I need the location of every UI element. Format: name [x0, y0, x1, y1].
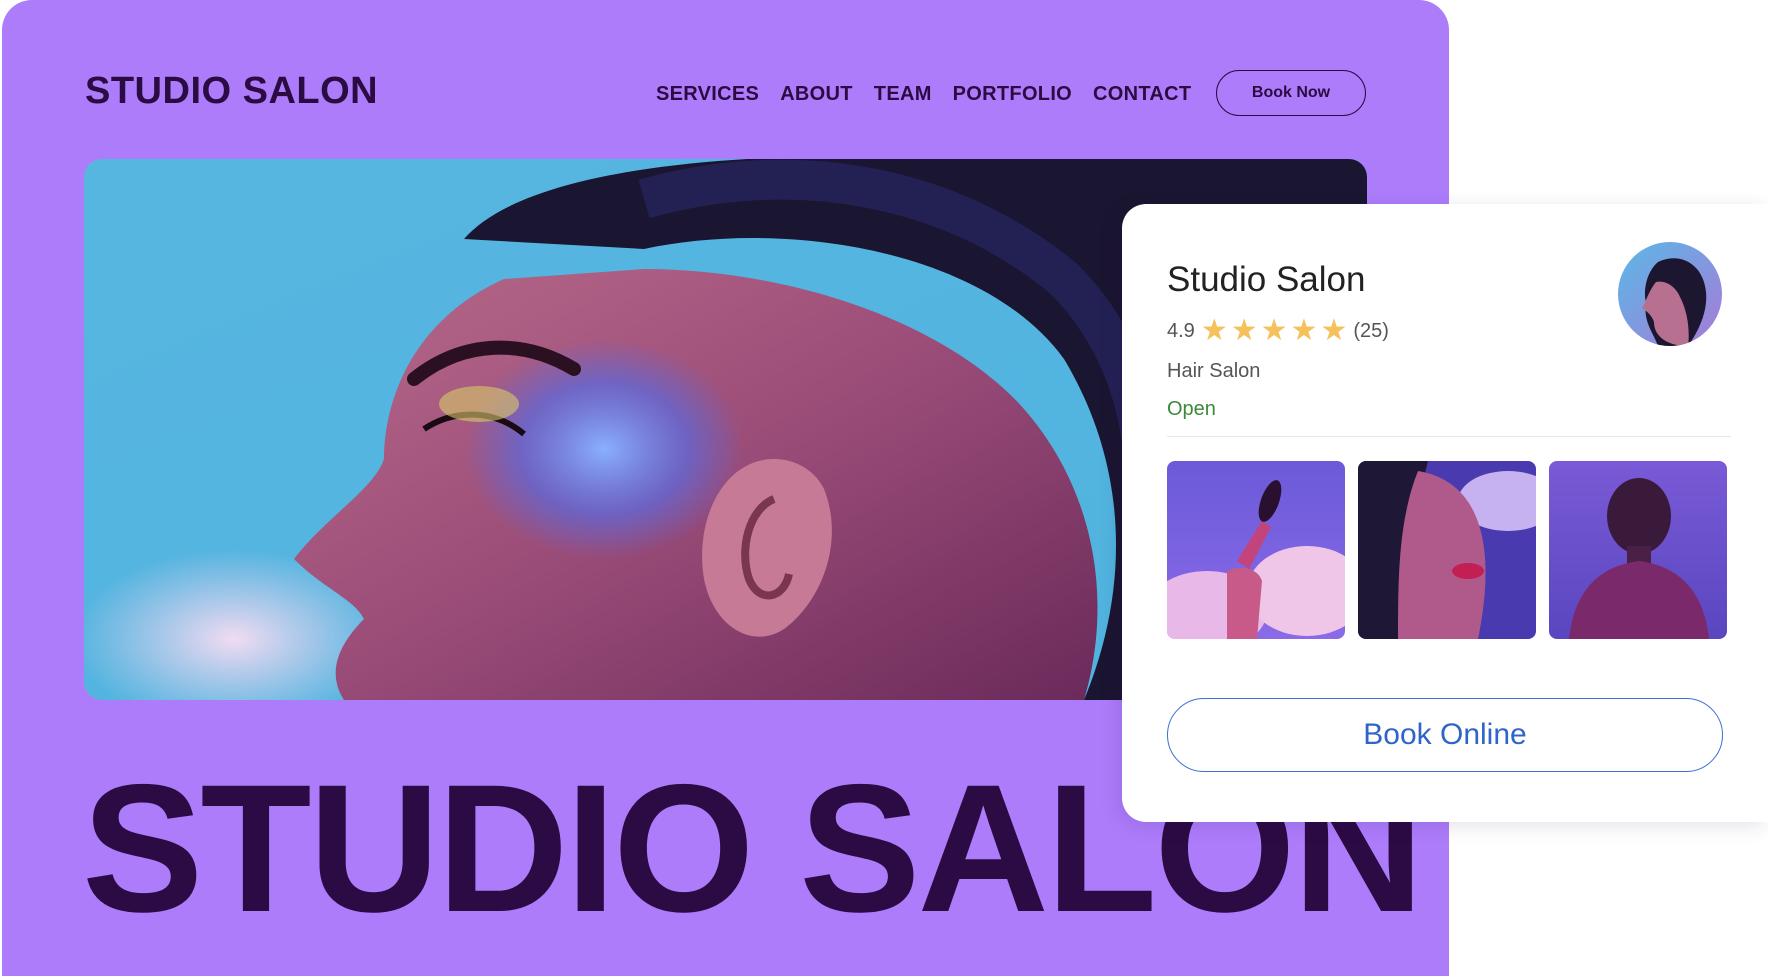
- open-status: Open: [1167, 398, 1216, 420]
- book-online-button[interactable]: Book Online: [1167, 698, 1723, 772]
- star-icon: ★: [1260, 314, 1288, 347]
- nav-team[interactable]: TEAM: [874, 83, 932, 106]
- business-category: Hair Salon: [1167, 360, 1261, 382]
- business-avatar[interactable]: [1618, 242, 1722, 346]
- star-rating: ★ ★ ★ ★ ★: [1201, 316, 1348, 346]
- business-name: Studio Salon: [1167, 260, 1366, 299]
- main-nav: SERVICES ABOUT TEAM PORTFOLIO CONTACT: [656, 83, 1191, 106]
- rating-row: 4.9 ★ ★ ★ ★ ★ (25): [1167, 316, 1389, 346]
- gallery-photo-portrait[interactable]: [1358, 461, 1536, 639]
- rating-value: 4.9: [1167, 319, 1195, 342]
- review-count[interactable]: (25): [1353, 320, 1389, 343]
- nav-about[interactable]: ABOUT: [780, 83, 853, 106]
- site-logo[interactable]: STUDIO SALON: [85, 70, 378, 113]
- star-icon: ★: [1320, 314, 1348, 347]
- nav-portfolio[interactable]: PORTFOLIO: [953, 83, 1072, 106]
- card-divider: [1167, 436, 1731, 437]
- gallery-photo-back[interactable]: [1549, 461, 1727, 639]
- nav-services[interactable]: SERVICES: [656, 83, 759, 106]
- star-icon: ★: [1200, 314, 1228, 347]
- star-icon: ★: [1230, 314, 1258, 347]
- book-now-button[interactable]: Book Now: [1216, 70, 1366, 116]
- gallery-photo-brush[interactable]: [1167, 461, 1345, 639]
- star-icon: ★: [1290, 314, 1318, 347]
- business-card: Studio Salon 4.9 ★ ★ ★ ★ ★ (25) Hair Sal…: [1122, 204, 1768, 822]
- nav-contact[interactable]: CONTACT: [1093, 83, 1191, 106]
- photo-gallery: [1167, 461, 1727, 639]
